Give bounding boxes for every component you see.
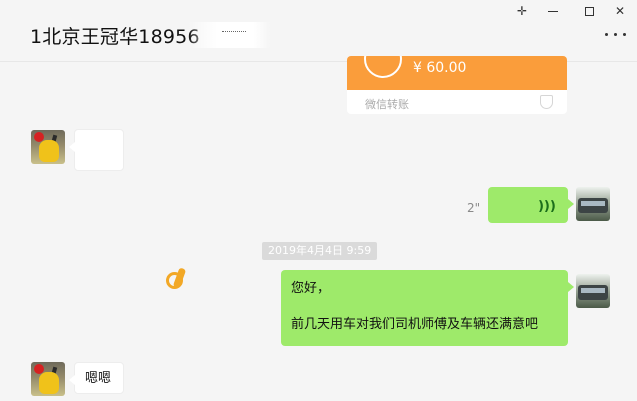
self-avatar[interactable] [576,274,610,308]
voice-duration: 2" [467,201,481,215]
contact-avatar[interactable] [31,130,65,164]
sent-text-message[interactable]: 您好， 前几天用车对我们司机师傅及车辆还满意吧 [281,270,574,346]
chat-title: 1北京王冠华18956 [30,26,200,48]
message-timestamp: 2019年4月4日 9:59 [262,242,378,260]
self-avatar[interactable] [576,187,610,221]
maximize-button[interactable] [579,3,599,19]
wechat-transfer-card[interactable]: ¥ 60.00 微信转账 [347,56,567,114]
ok-hand-emoji-icon [163,266,187,292]
message-line-2: 前几天用车对我们司机师傅及车辆还满意吧 [291,317,539,332]
maximize-icon [584,7,594,16]
close-button[interactable]: ✕ [610,3,630,19]
minimize-icon [548,11,558,12]
more-button[interactable] [604,30,628,40]
voice-wave-icon: ((( [538,198,556,213]
title-bar: 1北京王冠华18956 ✛ ✕ [0,0,637,62]
more-icon [605,33,608,36]
received-emoji-message[interactable] [69,129,183,289]
pin-button[interactable]: ✛ [512,3,532,19]
close-icon: ✕ [614,4,626,18]
redacted-overlay [188,22,270,48]
transfer-amount: ¥ 60.00 [413,60,467,76]
shield-icon [540,95,553,109]
transfer-header: ¥ 60.00 [347,56,567,90]
message-text: 嗯嗯 [85,371,112,386]
minimize-button[interactable] [543,3,563,19]
transfer-icon [364,56,402,78]
pin-icon: ✛ [516,4,528,18]
message-line-1: 您好， [291,281,331,296]
contact-avatar[interactable] [31,362,65,396]
received-text-message[interactable]: 嗯嗯 [69,362,124,394]
sent-voice-message[interactable]: ((( [488,187,574,223]
transfer-label: 微信转账 [365,98,409,111]
